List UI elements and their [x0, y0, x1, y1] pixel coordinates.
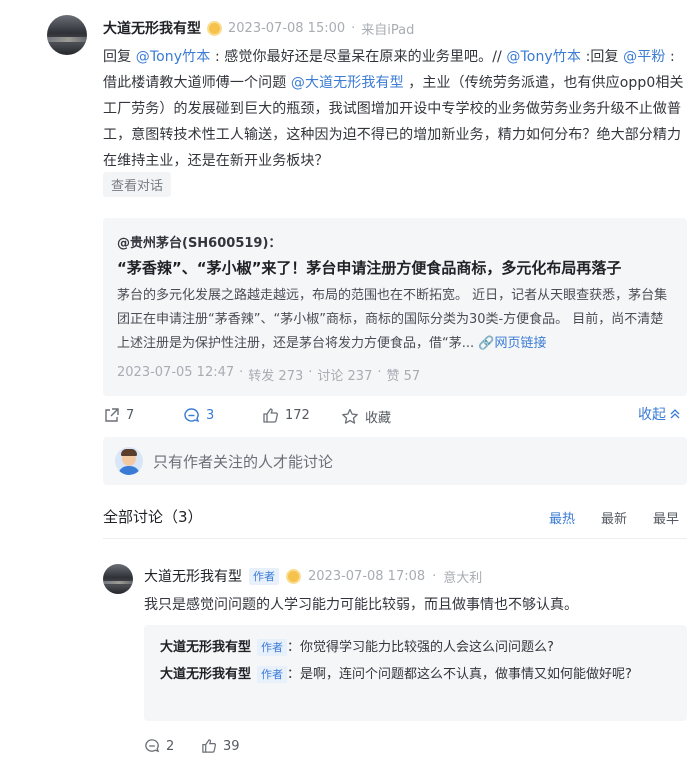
comment-button[interactable]: 3: [183, 407, 214, 424]
quote-meta: 2023-07-05 12:47 · 转发 273 · 讨论 237 · 赞 5…: [117, 365, 420, 384]
favorite-button[interactable]: 收藏: [341, 407, 391, 426]
quote-comments: 讨论 237: [317, 369, 373, 384]
post-text: 回复 @Tony竹本 : 感觉你最好还是尽量呆在原来的业务里吧。// @Tony…: [103, 44, 687, 174]
quote-likes: 赞 57: [386, 369, 421, 384]
repost-count: 7: [126, 408, 135, 423]
collapse-button[interactable]: 收起: [638, 404, 681, 424]
chevron-up-icon: [669, 408, 681, 420]
comment-count: 3: [206, 408, 215, 423]
like-count: 172: [285, 408, 310, 423]
quote-reposts: 转发 273: [248, 369, 304, 384]
reply-author[interactable]: 大道无形我有型: [160, 640, 251, 655]
user-avatar: [115, 447, 143, 475]
meta-dot: ·: [308, 365, 313, 380]
web-link[interactable]: 🔗网页链接: [478, 336, 546, 351]
comment-icon: [144, 738, 160, 754]
reply-item[interactable]: 大道无形我有型 作者 ：是啊，连问个问题都这么不认真，做事情又如何能做好呢?: [160, 664, 675, 686]
meta-dot: ·: [377, 365, 382, 380]
replies-box: 大道无形我有型 作者 ：你觉得学习能力比较强的人会这么问问题么? 大道无形我有型 作者…: [144, 625, 687, 721]
mention-link[interactable]: @平粉: [623, 49, 665, 65]
sort-hot-tab[interactable]: 最热: [549, 508, 575, 527]
web-link-label: 网页链接: [494, 336, 547, 351]
divider: [103, 538, 687, 539]
like-button[interactable]: 172: [262, 407, 310, 424]
comment-icon: [183, 407, 200, 424]
comment-input-box[interactable]: 只有作者关注的人才能讨论: [103, 437, 687, 485]
comment-placeholder: 只有作者关注的人才能讨论: [153, 452, 334, 471]
mention-link[interactable]: @Tony竹本: [506, 49, 581, 65]
comment-text: 我只是感觉问问题的人学习能力可能比较弱，而且做事情也不够认真。: [144, 597, 578, 613]
sort-tabs: 最热 最新 最早: [549, 508, 679, 527]
like-icon: [201, 738, 217, 754]
post-text-segment: : 感觉你最好还是尽量呆在原来的业务里吧。//: [214, 49, 502, 65]
discussion-header: 全部讨论（3）: [103, 508, 203, 526]
link-icon: 🔗: [478, 336, 495, 351]
sort-new-tab[interactable]: 最新: [601, 508, 627, 527]
comment-location: 意大利: [443, 570, 483, 586]
reply-text: ：是啊，连问个问题都这么不认真，做事情又如何能做好呢?: [287, 667, 632, 682]
comment-reply-button[interactable]: 2: [144, 738, 174, 754]
comment-like-count: 39: [223, 738, 240, 754]
author-name[interactable]: 大道无形我有型: [103, 18, 201, 38]
meta-dot: ·: [432, 568, 437, 584]
mention-link[interactable]: @大道无形我有型: [291, 75, 404, 91]
like-icon: [262, 407, 279, 424]
repost-icon: [103, 407, 120, 424]
post-time[interactable]: 2023-07-08 15:00: [228, 21, 345, 36]
reply-author[interactable]: 大道无形我有型: [160, 667, 251, 682]
comment-like-button[interactable]: 39: [201, 738, 240, 754]
quote-time: 2023-07-05 12:47: [117, 365, 235, 380]
reply-text: ：你觉得学习能力比较强的人会这么问问题么?: [287, 640, 554, 655]
quoted-post-card[interactable]: @贵州茅台(SH600519)： “茅香辣”、“茅小椒”来了！茅台申请注册方便食…: [103, 218, 687, 396]
post-header: 大道无形我有型 2023-07-08 15:00 · 来自iPad: [103, 18, 414, 38]
quote-body: 茅台的多元化发展之路越走越远，布局的范围也在不断拓宽。 近日，记者从天眼查获悉，…: [117, 284, 673, 356]
view-conversation-button[interactable]: 查看对话: [103, 172, 172, 197]
quote-account[interactable]: @贵州茅台(SH600519)：: [117, 232, 281, 251]
reply-prefix: 回复: [103, 49, 132, 65]
collapse-label: 收起: [638, 407, 666, 423]
comment-header: 大道无形我有型 作者 2023-07-08 17:08 · 意大利: [144, 566, 483, 586]
quote-title[interactable]: “茅香辣”、“茅小椒”来了！茅台申请注册方便食品商标，多元化布局再落子: [117, 257, 621, 278]
gold-badge-icon: [286, 568, 301, 584]
mention-link[interactable]: @Tony竹本: [136, 49, 211, 65]
star-icon: [341, 408, 359, 425]
post-source: 来自iPad: [361, 22, 415, 38]
post-text-segment: :回复: [585, 49, 619, 65]
repost-button[interactable]: 7: [103, 407, 134, 424]
gold-badge-icon: [207, 20, 222, 36]
author-avatar[interactable]: [47, 15, 87, 55]
quote-body-text: 茅台的多元化发展之路越走越远，布局的范围也在不断拓宽。 近日，记者从天眼查获悉，…: [117, 288, 668, 351]
author-tag: 作者: [249, 567, 279, 585]
comment-author-avatar[interactable]: [103, 564, 133, 594]
comment-reply-count: 2: [166, 738, 175, 754]
sort-early-tab[interactable]: 最早: [653, 508, 679, 527]
author-tag: 作者: [257, 666, 288, 683]
comment-time: 2023-07-08 17:08: [308, 568, 426, 584]
meta-dot: ·: [351, 20, 356, 36]
favorite-label: 收藏: [365, 411, 392, 426]
author-tag: 作者: [257, 639, 288, 656]
meta-dot: ·: [239, 365, 244, 380]
comment-author-name[interactable]: 大道无形我有型: [144, 566, 242, 586]
reply-item[interactable]: 大道无形我有型 作者 ：你觉得学习能力比较强的人会这么问问题么?: [160, 637, 675, 659]
